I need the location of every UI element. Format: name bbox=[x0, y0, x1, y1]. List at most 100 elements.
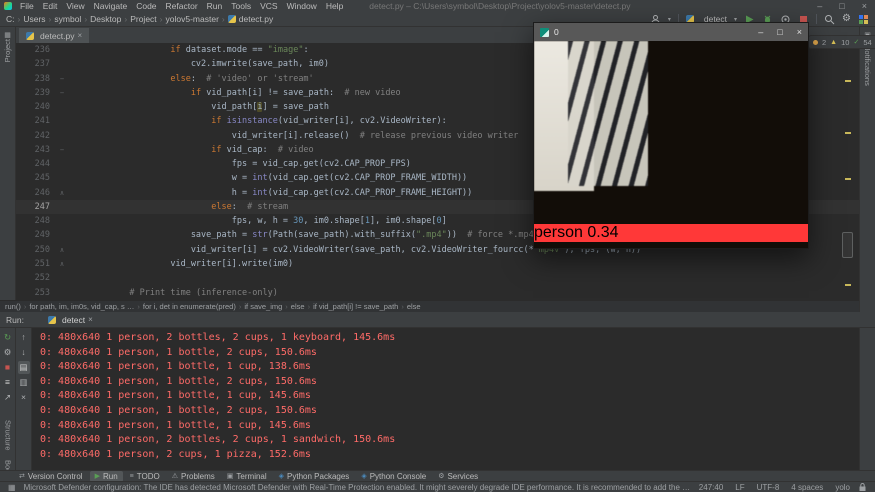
toolbox-icon[interactable] bbox=[858, 14, 869, 25]
console-icon[interactable]: ≡ bbox=[2, 376, 14, 389]
menu-item[interactable]: Help bbox=[326, 1, 343, 11]
console-icon[interactable]: ⚙ bbox=[2, 346, 14, 359]
settings-gear-icon[interactable]: ⚙ bbox=[842, 14, 851, 24]
fold-marker-icon[interactable]: ∧ bbox=[56, 186, 68, 200]
inspections-widget[interactable]: 2 ▲ 10 ✓ 54 ∧ ∨ bbox=[808, 35, 875, 49]
line-number[interactable]: 238 bbox=[16, 72, 56, 86]
fold-marker-icon[interactable]: − bbox=[56, 72, 68, 86]
line-number[interactable]: 250 bbox=[16, 243, 56, 257]
breadcrumb-item[interactable]: yolov5-master bbox=[166, 14, 219, 24]
context-breadcrumb-item[interactable]: for path, im, im0s, vid_cap, s … bbox=[29, 302, 134, 311]
opencv-titlebar[interactable]: 0 – □ × bbox=[534, 23, 808, 41]
menu-item[interactable]: Refactor bbox=[166, 1, 198, 11]
line-number[interactable]: 236 bbox=[16, 43, 56, 57]
console-icon[interactable]: ↗ bbox=[2, 391, 14, 404]
console-icon[interactable]: ▥ bbox=[18, 376, 30, 389]
menu-item[interactable]: Code bbox=[136, 1, 156, 11]
cv-minimize-button[interactable]: – bbox=[758, 27, 763, 37]
tool-window-button[interactable]: ▣ Terminal bbox=[222, 471, 272, 482]
tool-window-button[interactable]: ▶ Run bbox=[90, 471, 123, 482]
fold-marker-icon[interactable]: − bbox=[56, 86, 68, 100]
console-icon[interactable]: × bbox=[18, 391, 30, 404]
menu-item[interactable]: Navigate bbox=[94, 1, 128, 11]
context-breadcrumb-item[interactable]: for i, det in enumerate(pred) bbox=[143, 302, 236, 311]
status-widget[interactable]: UTF-8 bbox=[757, 483, 780, 492]
tool-window-button[interactable]: ≡ TODO bbox=[125, 471, 165, 482]
search-everywhere-icon[interactable] bbox=[824, 14, 835, 25]
menu-item[interactable]: Window bbox=[287, 1, 317, 11]
menu-item[interactable]: Tools bbox=[231, 1, 251, 11]
line-number[interactable]: 252 bbox=[16, 271, 56, 285]
line-number[interactable]: 243 bbox=[16, 143, 56, 157]
sidebar-item-notifications[interactable]: Notifications bbox=[863, 45, 872, 86]
tool-window-button[interactable]: ⇄ Version Control bbox=[14, 471, 88, 482]
scrollbar-warning-mark[interactable] bbox=[845, 178, 851, 180]
line-number[interactable]: 239 bbox=[16, 86, 56, 100]
console-icon[interactable]: ▤ bbox=[18, 361, 30, 374]
breadcrumb-item[interactable]: C: bbox=[6, 14, 15, 24]
status-message[interactable]: Microsoft Defender configuration: The ID… bbox=[24, 483, 691, 492]
context-breadcrumb-item[interactable]: else bbox=[291, 302, 305, 311]
scrollbar-warning-mark[interactable] bbox=[845, 284, 851, 286]
run-tab-detect[interactable]: detect × bbox=[48, 315, 93, 325]
line-number[interactable]: 240 bbox=[16, 100, 56, 114]
console-icon[interactable]: ↑ bbox=[18, 331, 30, 344]
menu-item[interactable]: Run bbox=[207, 1, 223, 11]
breadcrumb-item[interactable]: Project bbox=[130, 14, 156, 24]
cv-maximize-button[interactable]: □ bbox=[777, 27, 782, 37]
console-icon[interactable]: ■ bbox=[2, 361, 14, 374]
fold-marker-icon[interactable]: ∧ bbox=[56, 257, 68, 271]
tool-window-switcher-icon[interactable]: ▦ bbox=[8, 483, 16, 492]
close-button[interactable]: × bbox=[862, 0, 867, 12]
breadcrumb-item[interactable]: detect.py bbox=[239, 14, 274, 24]
tool-window-button[interactable]: ◈ Python Console bbox=[356, 471, 431, 482]
sidebar-item-project[interactable]: Project bbox=[3, 39, 12, 62]
status-widget[interactable]: 247:40 bbox=[699, 483, 723, 492]
line-number[interactable]: 251 bbox=[16, 257, 56, 271]
opencv-window[interactable]: 0 – □ × bbox=[533, 22, 809, 249]
status-widget[interactable]: yolo bbox=[835, 483, 850, 492]
tool-window-button[interactable]: ◈ Python Packages bbox=[274, 471, 355, 482]
line-number[interactable]: 246 bbox=[16, 186, 56, 200]
scrollbar-warning-mark[interactable] bbox=[845, 132, 851, 134]
status-widget[interactable]: LF bbox=[735, 483, 744, 492]
tool-window-button[interactable]: ⚙ Services bbox=[433, 471, 483, 482]
menu-item[interactable]: Edit bbox=[43, 1, 58, 11]
menu-item[interactable]: VCS bbox=[260, 1, 277, 11]
console-icon[interactable]: ↻ bbox=[2, 331, 14, 344]
fold-marker-icon[interactable]: ∧ bbox=[56, 243, 68, 257]
tool-window-button[interactable]: ⚠ Problems bbox=[167, 471, 220, 482]
line-number[interactable]: 253 bbox=[16, 286, 56, 300]
context-breadcrumb-item[interactable]: run() bbox=[5, 302, 21, 311]
line-number[interactable]: 245 bbox=[16, 171, 56, 185]
console-icon[interactable]: ↓ bbox=[18, 346, 30, 359]
breadcrumb-item[interactable]: Desktop bbox=[90, 14, 121, 24]
tab-detect-py[interactable]: detect.py × bbox=[19, 28, 89, 43]
breadcrumb-item[interactable]: symbol bbox=[54, 14, 81, 24]
breadcrumb-item[interactable]: Users bbox=[23, 14, 45, 24]
line-number[interactable]: 242 bbox=[16, 129, 56, 143]
menu-item[interactable]: View bbox=[66, 1, 84, 11]
line-number[interactable]: 241 bbox=[16, 114, 56, 128]
code-line[interactable]: 251∧ vid_writer[i].write(im0) bbox=[16, 257, 859, 271]
tab-close-icon[interactable]: × bbox=[78, 31, 83, 40]
minimize-button[interactable]: – bbox=[817, 0, 822, 12]
code-line[interactable]: 252 bbox=[16, 271, 859, 285]
sidebar-item-structure[interactable]: Structure bbox=[4, 420, 13, 450]
line-number[interactable]: 247 bbox=[16, 200, 56, 214]
lock-icon[interactable] bbox=[858, 482, 867, 492]
menu-item[interactable]: File bbox=[20, 1, 34, 11]
cv-close-button[interactable]: × bbox=[797, 27, 802, 37]
context-breadcrumb-item[interactable]: else bbox=[407, 302, 421, 311]
sidebar-item-bookmarks[interactable]: Bookmarks bbox=[4, 460, 13, 470]
scrollbar-warning-mark[interactable] bbox=[845, 80, 851, 82]
context-breadcrumb-item[interactable]: if vid_path[i] != save_path bbox=[313, 302, 398, 311]
code-line[interactable]: 253 # Print time (inference-only) bbox=[16, 286, 859, 300]
fold-marker-icon[interactable]: − bbox=[56, 143, 68, 157]
line-number[interactable]: 237 bbox=[16, 57, 56, 71]
line-number[interactable]: 249 bbox=[16, 228, 56, 242]
line-number[interactable]: 244 bbox=[16, 157, 56, 171]
status-widget[interactable]: 4 spaces bbox=[791, 483, 823, 492]
run-tab-close-icon[interactable]: × bbox=[88, 315, 93, 324]
scrollbar-thumb[interactable] bbox=[842, 232, 853, 258]
